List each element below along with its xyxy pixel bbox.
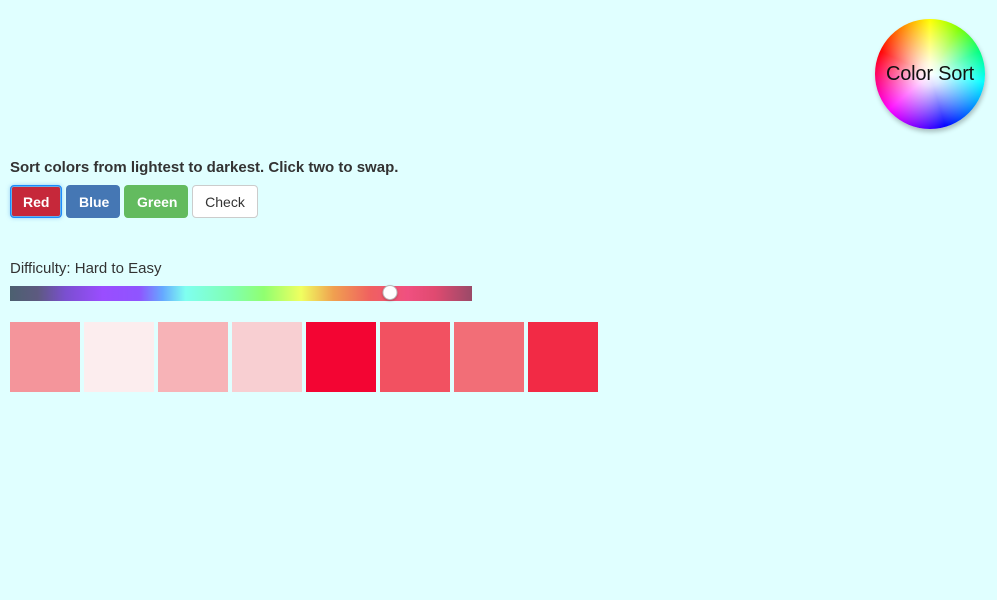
color-swatch[interactable] — [10, 322, 80, 392]
blue-button[interactable]: Blue — [66, 185, 120, 218]
color-button-group: Red Blue Green Check — [10, 185, 258, 218]
color-swatch[interactable] — [454, 322, 524, 392]
color-swatch[interactable] — [232, 322, 302, 392]
color-swatch[interactable] — [84, 322, 154, 392]
difficulty-label: Difficulty: Hard to Easy — [10, 260, 162, 277]
difficulty-slider[interactable] — [10, 285, 472, 301]
color-swatch-row — [10, 322, 598, 392]
slider-thumb[interactable] — [382, 285, 398, 300]
logo-title: Color Sort — [885, 62, 975, 85]
color-wheel-logo: Color Sort — [875, 19, 985, 129]
green-button[interactable]: Green — [124, 185, 188, 218]
color-swatch[interactable] — [528, 322, 598, 392]
color-swatch[interactable] — [306, 322, 376, 392]
red-button[interactable]: Red — [10, 185, 62, 218]
check-button[interactable]: Check — [192, 185, 258, 218]
color-swatch[interactable] — [380, 322, 450, 392]
color-swatch[interactable] — [158, 322, 228, 392]
color-sort-app: Color Sort Sort colors from lightest to … — [0, 0, 997, 600]
instructions-text: Sort colors from lightest to darkest. Cl… — [10, 159, 399, 176]
